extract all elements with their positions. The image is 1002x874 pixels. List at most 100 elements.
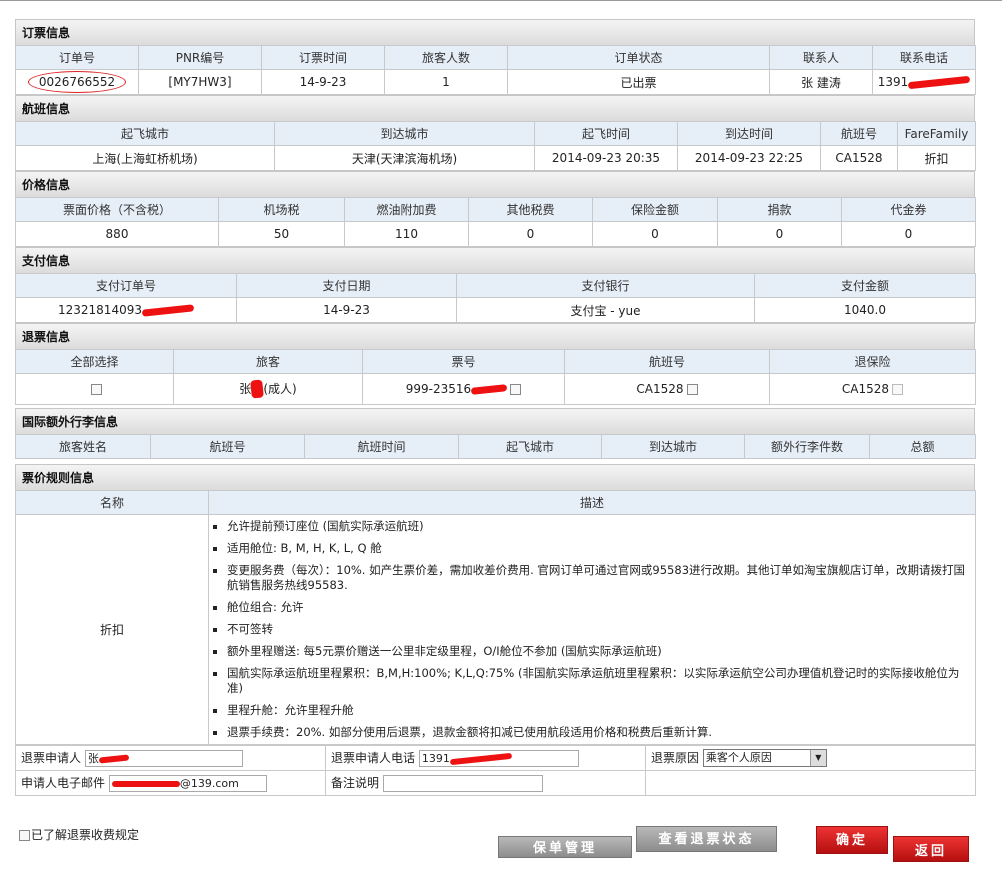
rules-header: 名称: [15, 490, 209, 515]
refund-flight-cell: CA1528: [564, 373, 770, 405]
order-number-circle: 0026766552: [27, 71, 127, 93]
applicant-input[interactable]: 张: [84, 750, 243, 767]
policy-management-button[interactable]: 保单管理: [498, 836, 632, 858]
baggage-header: 航班号: [150, 434, 305, 459]
applicant-value: 张: [87, 752, 99, 765]
rule-name: 折扣: [15, 514, 209, 745]
email-cell: 申请人电子邮件 @139.com: [15, 770, 326, 796]
refund-header: 票号: [362, 349, 565, 374]
contact-phone: 1391: [877, 75, 909, 89]
insurance-checkbox[interactable]: [892, 384, 904, 395]
order-header: 订单号: [15, 45, 139, 70]
order-header: 旅客人数: [384, 45, 508, 70]
baggage-table: 旅客姓名 航班号 航班时间 起飞城市 到达城市 额外行李件数 总额: [15, 434, 976, 459]
select-all-checkbox[interactable]: [90, 384, 102, 395]
reason-label: 退票原因: [651, 750, 700, 765]
ticket-checkbox[interactable]: [510, 384, 522, 395]
redaction-mark: [98, 754, 130, 764]
order-section-title: 订票信息: [15, 19, 975, 45]
order-table: 订单号 PNR编号 订票时间 旅客人数 订单状态 联系人 联系电话 002676…: [15, 45, 976, 95]
remark-input[interactable]: [382, 775, 543, 792]
baggage-header: 总额: [869, 434, 976, 459]
order-status: 已出票: [507, 69, 770, 95]
applicant-label: 退票申请人: [21, 751, 82, 765]
order-header: 订单状态: [507, 45, 770, 70]
price-header: 机场税: [218, 197, 345, 222]
rule-item: 额外里程赠送: 每5元票价赠送一公里非定级里程，O/I舱位不参加 (国航实际承运…: [227, 644, 969, 659]
back-button[interactable]: 返回: [893, 836, 969, 862]
insurance-flight-number: CA1528: [841, 382, 890, 396]
baggage-section-title: 国际额外行李信息: [15, 408, 975, 434]
flight-header: 到达城市: [274, 121, 535, 146]
select-all-cell: [15, 373, 174, 405]
payment-order-number: 12321814093: [58, 303, 142, 317]
flight-header: 起飞时间: [534, 121, 678, 146]
rule-item: 里程升舱：允许里程升舱: [227, 703, 969, 718]
price-header: 燃油附加费: [344, 197, 469, 222]
ticket-number: 999-23516: [405, 382, 472, 396]
payment-bank: 支付宝 - yue: [456, 297, 755, 323]
arrival-time: 2014-09-23 22:25: [677, 145, 821, 171]
phone-value: 1391: [421, 752, 450, 765]
view-refund-status-button[interactable]: 查看退票状态: [636, 826, 777, 852]
remark-label: 备注说明: [331, 776, 380, 790]
refund-header: 航班号: [564, 349, 770, 374]
ticket-number-cell: 999-23516: [362, 373, 565, 405]
email-input[interactable]: @139.com: [108, 775, 267, 792]
order-header: 订票时间: [261, 45, 385, 70]
insurance-amount: 0: [592, 221, 718, 247]
agree-checkbox[interactable]: [19, 830, 30, 841]
rule-item: 国航实际承运航班里程累积：B,M,H:100%; K,L,Q:75% (非国航实…: [227, 666, 969, 696]
refund-header: 退保险: [769, 349, 976, 374]
refund-flight-number: CA1528: [636, 382, 684, 396]
rule-item: 退票手续费：20%. 如部分使用后退票，退款金额将扣减已使用航段适用价格和税费后…: [227, 725, 969, 740]
flight-header: 航班号: [820, 121, 898, 146]
payment-table: 支付订单号 支付日期 支付银行 支付金额 12321814093 14-9-23…: [15, 273, 976, 323]
passenger-count: 1: [384, 69, 508, 95]
agree-label: 已了解退票收费规定: [31, 828, 140, 842]
redaction-mark: [908, 75, 971, 90]
flight-header: FareFamily: [897, 121, 976, 146]
reason-value: 乘客个人原因: [705, 751, 772, 765]
applicant-cell: 退票申请人 张: [15, 745, 326, 771]
phone-input[interactable]: 1391: [418, 750, 579, 767]
payment-header: 支付订单号: [15, 273, 237, 298]
refund-form: 退票申请人 张 退票申请人电话 1391 退票原因 乘客个人原因 ▼ 申请人电子邮…: [15, 745, 976, 796]
order-time: 14-9-23: [261, 69, 385, 95]
rules-section-title: 票价规则信息: [15, 464, 975, 490]
rule-description: 允许提前预订座位 (国航实际承运航班) 适用舱位: B, M, H, K, L,…: [208, 514, 976, 745]
confirm-button[interactable]: 确定: [816, 826, 888, 854]
agree-row: 已了解退票收费规定: [19, 826, 139, 843]
baggage-header: 航班时间: [304, 434, 459, 459]
redaction-mark: [111, 781, 180, 787]
payment-amount: 1040.0: [754, 297, 976, 323]
refund-header: 全部选择: [15, 349, 174, 374]
payment-date: 14-9-23: [236, 297, 457, 323]
rules-table: 名称 描述 折扣 允许提前预订座位 (国航实际承运航班) 适用舱位: B, M,…: [15, 490, 976, 745]
order-header: 联系人: [769, 45, 873, 70]
payment-section-title: 支付信息: [15, 247, 975, 273]
chevron-down-icon[interactable]: ▼: [809, 750, 826, 767]
baggage-header: 起飞城市: [458, 434, 602, 459]
rules-header: 描述: [208, 490, 976, 515]
rule-item: 允许提前预订座位 (国航实际承运航班): [227, 519, 969, 534]
redaction-mark: [449, 752, 512, 766]
email-value: @139.com: [179, 777, 239, 790]
baggage-header: 额外行李件数: [744, 434, 870, 459]
flight-number: CA1528: [820, 145, 898, 171]
top-divider: [0, 0, 1002, 3]
price-header: 票面价格（不含税）: [15, 197, 219, 222]
contact-name: 张 建涛: [769, 69, 873, 95]
reason-select[interactable]: 乘客个人原因 ▼: [702, 749, 827, 768]
refund-passenger-cell: 张 (成人): [173, 373, 363, 405]
price-header: 捐款: [717, 197, 842, 222]
price-header: 其他税费: [468, 197, 593, 222]
payment-header: 支付日期: [236, 273, 457, 298]
donation: 0: [717, 221, 842, 247]
departure-city: 上海(上海虹桥机场): [15, 145, 275, 171]
other-tax: 0: [468, 221, 593, 247]
rule-item: 舱位组合: 允许: [227, 600, 969, 615]
order-header: 联系电话: [872, 45, 976, 70]
flight-checkbox[interactable]: [686, 384, 698, 395]
rule-item: 不可签转: [227, 622, 969, 637]
